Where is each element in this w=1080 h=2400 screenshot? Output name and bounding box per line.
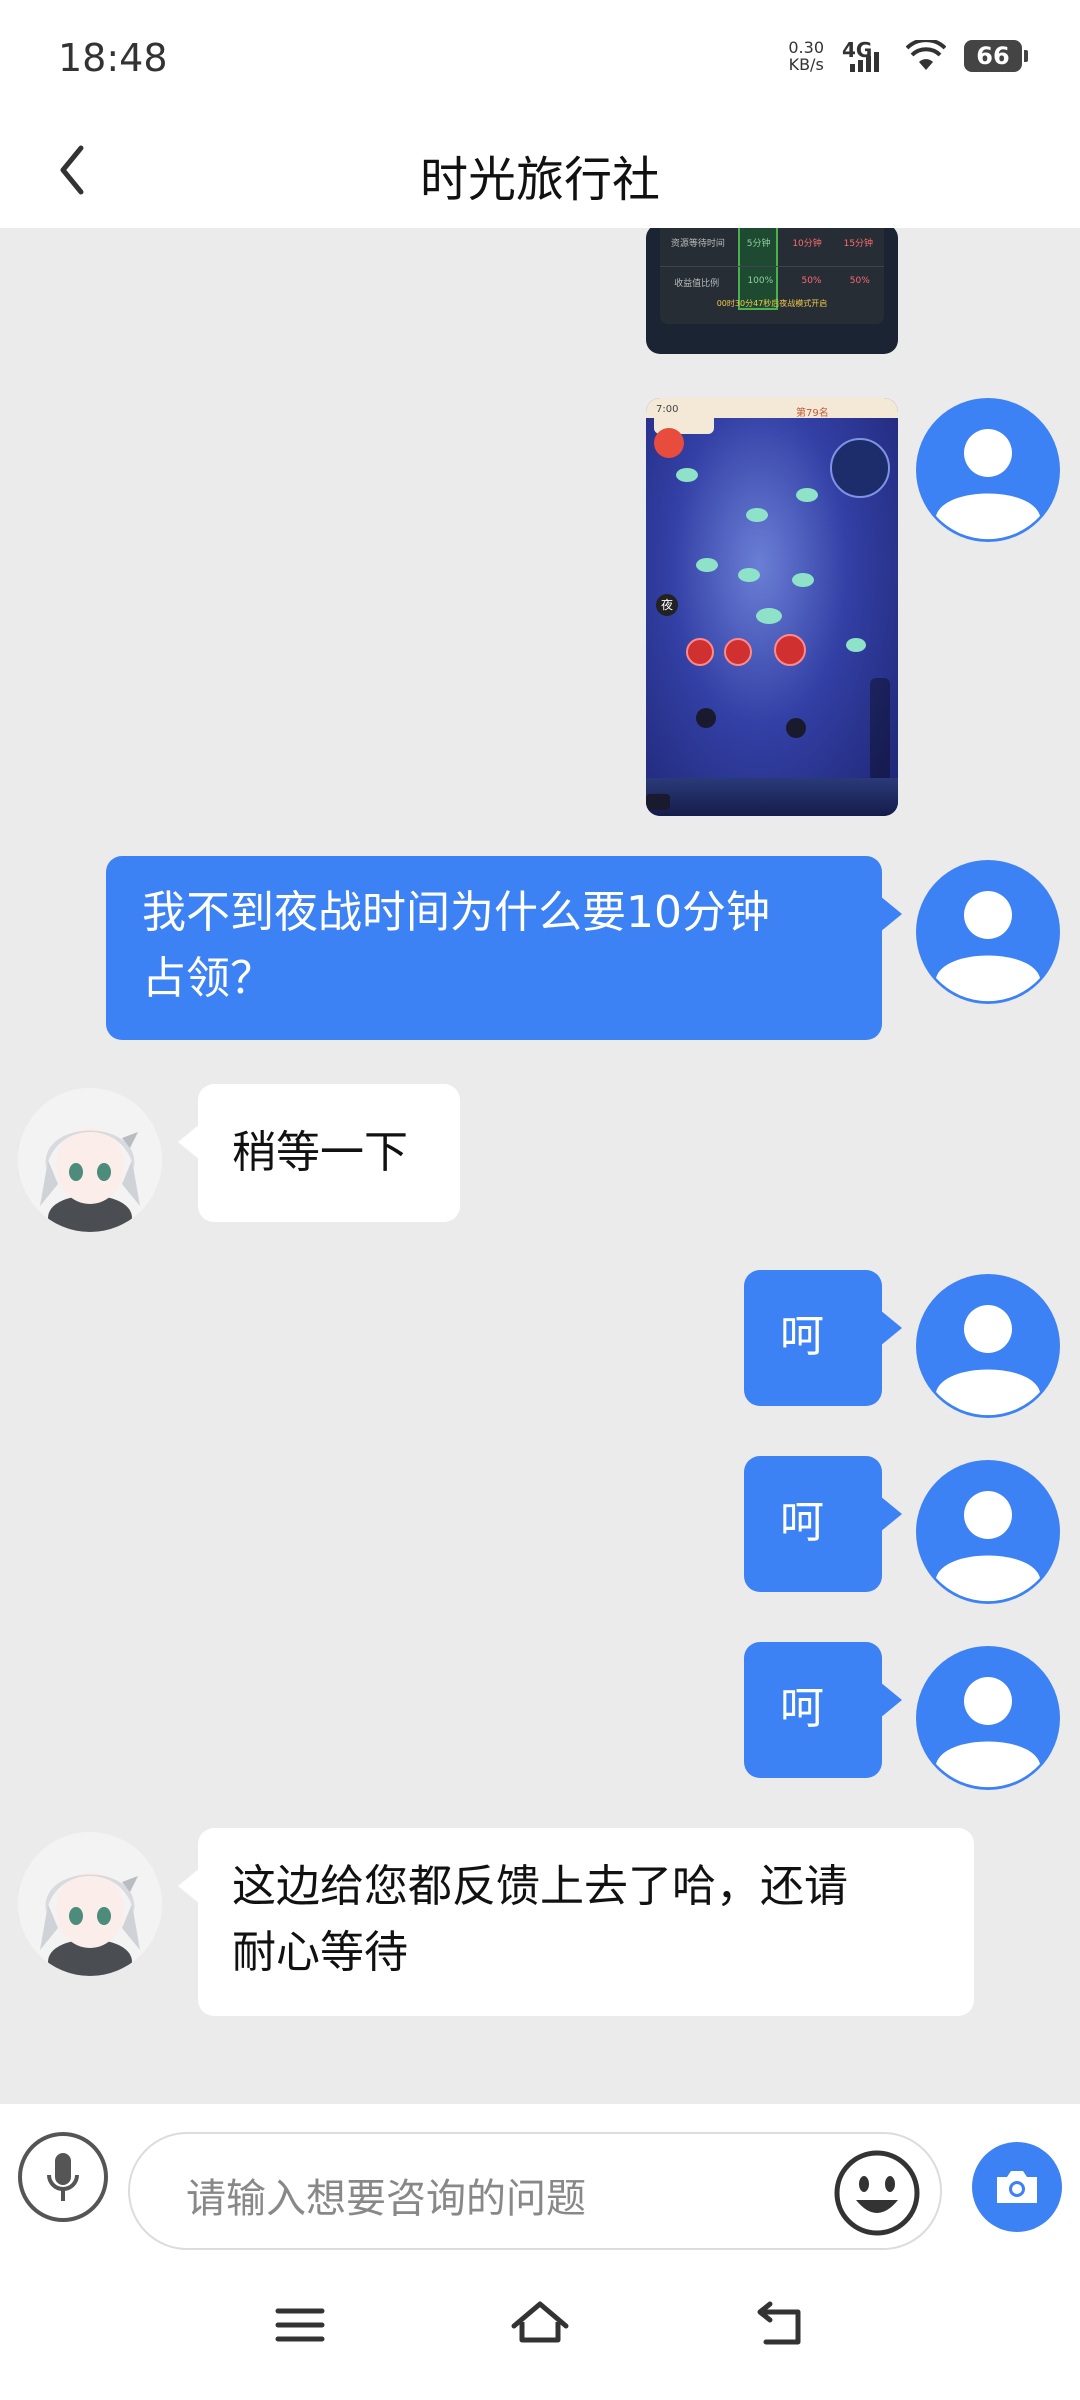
image-text: 资源等待时间 <box>670 239 725 249</box>
wifi-icon <box>906 40 946 70</box>
voice-button[interactable] <box>18 2132 108 2222</box>
nav-menu-button[interactable] <box>260 2290 340 2360</box>
message-text: 呵 <box>780 1311 824 1362</box>
message-bubble[interactable]: 我不到夜战时间为什么要10分钟 占领？ <box>106 856 902 1040</box>
message-input[interactable]: 请输入想要咨询的问题 <box>128 2132 942 2250</box>
message-text: 稍等一下 <box>232 1127 408 1178</box>
user-icon <box>936 1491 1040 1602</box>
camera-button[interactable] <box>972 2142 1062 2232</box>
chat-message-list[interactable]: 资源等待时间 5分钟 10分钟 15分钟 收益值比例 100% 50% 50% … <box>0 228 1080 2104</box>
agent-avatar <box>18 1832 162 1976</box>
network-speed-value: 0.30 <box>788 38 824 57</box>
avatar <box>916 1460 1060 1604</box>
avatar <box>916 1646 1060 1790</box>
network-speed: 0.30 KB/s <box>788 39 824 73</box>
anime-avatar-icon <box>18 1088 162 1232</box>
message-bubble[interactable]: 呵 <box>744 1642 902 1778</box>
avatar <box>916 1274 1060 1418</box>
image-text: 5分钟 <box>746 239 771 249</box>
message-text: 我不到夜战时间为什么要10分钟 <box>142 887 770 938</box>
message-input-placeholder: 请输入想要咨询的问题 <box>186 2176 586 2222</box>
image-text: 00时30分47秒后夜战模式开启 <box>716 299 828 308</box>
image-text: 15分钟 <box>843 239 874 249</box>
back-arrow-icon <box>757 2301 801 2345</box>
signal-icon: 4G <box>842 38 888 74</box>
message-text: 呵 <box>780 1497 824 1548</box>
network-speed-unit: KB/s <box>788 55 824 74</box>
chat-header: 时光旅行社 <box>0 116 1080 228</box>
home-icon <box>511 2301 569 2343</box>
page-title: 时光旅行社 <box>419 152 660 208</box>
image-text: 夜 <box>656 594 678 616</box>
message-text: 这边给您都反馈上去了哈，还请 <box>232 1861 848 1912</box>
message-bubble[interactable]: 稍等一下 <box>178 1084 460 1222</box>
message-bubble[interactable]: 呵 <box>744 1270 902 1406</box>
message-text: 占领？ <box>142 953 274 1004</box>
user-icon <box>936 1677 1040 1788</box>
user-icon <box>936 891 1040 1002</box>
status-icons: 0.30 KB/s 4G 66 <box>788 38 1028 74</box>
anime-avatar-icon <box>18 1832 162 1976</box>
image-text: 第79名 <box>796 408 829 419</box>
image-text: 50% <box>801 276 822 286</box>
emoji-icon <box>834 2150 920 2236</box>
camera-icon <box>997 2171 1037 2203</box>
status-bar: 18:48 0.30 KB/s 4G 66 <box>0 0 1080 116</box>
message-text: 呵 <box>780 1683 824 1734</box>
message-text: 耐心等待 <box>232 1927 408 1978</box>
system-navigation-bar <box>0 2250 1080 2400</box>
image-text: 50% <box>849 276 870 286</box>
menu-icon <box>275 2308 325 2342</box>
image-text: 100% <box>747 276 774 286</box>
user-icon <box>936 1305 1040 1416</box>
message-bubble[interactable]: 这边给您都反馈上去了哈，还请 耐心等待 <box>178 1828 974 2016</box>
message-bubble[interactable]: 呵 <box>744 1456 902 1592</box>
avatar <box>916 860 1060 1004</box>
agent-avatar <box>18 1088 162 1232</box>
microphone-icon <box>47 2153 79 2201</box>
status-time: 18:48 <box>58 36 168 80</box>
battery-icon: 66 <box>964 40 1028 72</box>
message-image[interactable]: 7:00 第79名 夜 <box>646 398 898 816</box>
input-bar: 请输入想要咨询的问题 <box>0 2104 1080 2250</box>
image-text: 收益值比例 <box>674 279 720 289</box>
image-text: 7:00 <box>656 404 679 415</box>
message-image[interactable]: 资源等待时间 5分钟 10分钟 15分钟 收益值比例 100% 50% 50% … <box>646 228 898 354</box>
nav-back-button[interactable] <box>740 2290 820 2360</box>
nav-home-button[interactable] <box>500 2290 580 2360</box>
emoji-button[interactable] <box>832 2148 922 2238</box>
user-icon <box>936 429 1040 540</box>
avatar <box>916 398 1060 542</box>
image-text: 10分钟 <box>792 239 822 249</box>
